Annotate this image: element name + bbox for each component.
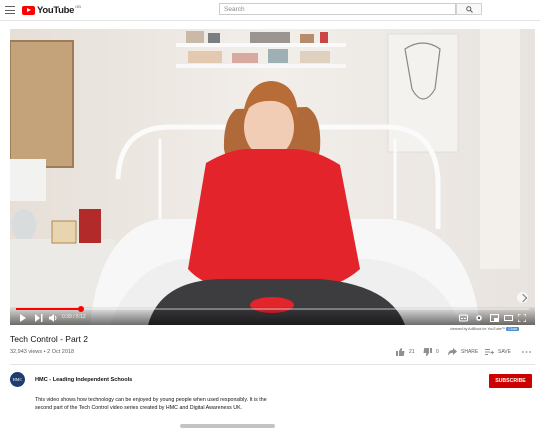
youtube-play-icon [22,5,35,15]
dislike-button[interactable]: 0 [423,347,439,357]
next-icon[interactable] [35,314,43,322]
progress-bar[interactable] [16,306,529,312]
description-line: This video shows how technology can be e… [35,397,267,403]
share-button[interactable]: SHARE [448,347,478,357]
save-label: SAVE [498,349,511,355]
fullscreen-icon[interactable] [518,314,526,322]
settings-icon[interactable] [475,314,483,322]
hamburger-menu-icon[interactable] [5,6,15,14]
description-line: second part of the Tech Control video se… [35,405,243,411]
search-input[interactable]: Search [219,3,456,15]
logo-text: YouTube [37,4,75,16]
play-icon[interactable] [19,314,27,322]
time-display: 0:39 / 5:12 [62,314,86,320]
more-horizontal-icon [522,351,531,353]
adblock-note: cleaned by AdBlock for YouTube™ Close [450,327,520,331]
video-title: Tech Control - Part 2 [10,334,88,344]
search-icon [466,6,473,13]
video-player[interactable]: 0:39 / 5:12 [10,29,535,325]
volume-icon[interactable] [49,314,58,322]
region-code: GB [75,3,81,9]
progress-fill [16,308,82,310]
masthead: YouTube GB Search [0,0,540,21]
thumbs-down-icon [423,348,432,356]
youtube-logo[interactable]: YouTube GB [22,4,81,16]
video-description: This video shows how technology can be e… [35,396,335,412]
subscribe-button[interactable]: SUBSCRIBE [489,374,532,388]
miniplayer-icon[interactable] [490,314,499,322]
adblock-close-button[interactable]: Close [506,327,520,331]
more-actions-button[interactable] [522,347,535,357]
publish-date: 2 Oct 2018 [47,349,75,355]
channel-name[interactable]: HMC - Leading Independent Schools [35,377,132,383]
expand-button[interactable] [517,292,528,303]
player-controls: 0:39 / 5:12 [10,306,535,325]
search-button[interactable] [456,3,482,15]
share-icon [448,348,457,356]
subtitles-icon[interactable] [459,314,468,322]
like-count: 21 [409,349,415,355]
video-frame [10,29,535,325]
horizontal-scrollbar[interactable] [180,424,275,428]
dislike-count: 0 [436,349,439,355]
video-meta: 32,943 views • 2 Oct 2018 [10,349,75,355]
like-button[interactable]: 21 [396,347,415,357]
theater-icon[interactable] [504,314,513,322]
view-count: 32,943 views [10,349,43,355]
divider [10,364,535,365]
adblock-text: cleaned by AdBlock for YouTube™ [450,327,506,331]
playlist-add-icon [485,349,494,355]
thumbs-up-icon [396,348,405,356]
channel-avatar[interactable]: HMC [10,372,25,387]
scrubber-handle[interactable] [78,306,85,312]
save-button[interactable]: SAVE [485,347,511,357]
share-label: SHARE [461,349,479,355]
